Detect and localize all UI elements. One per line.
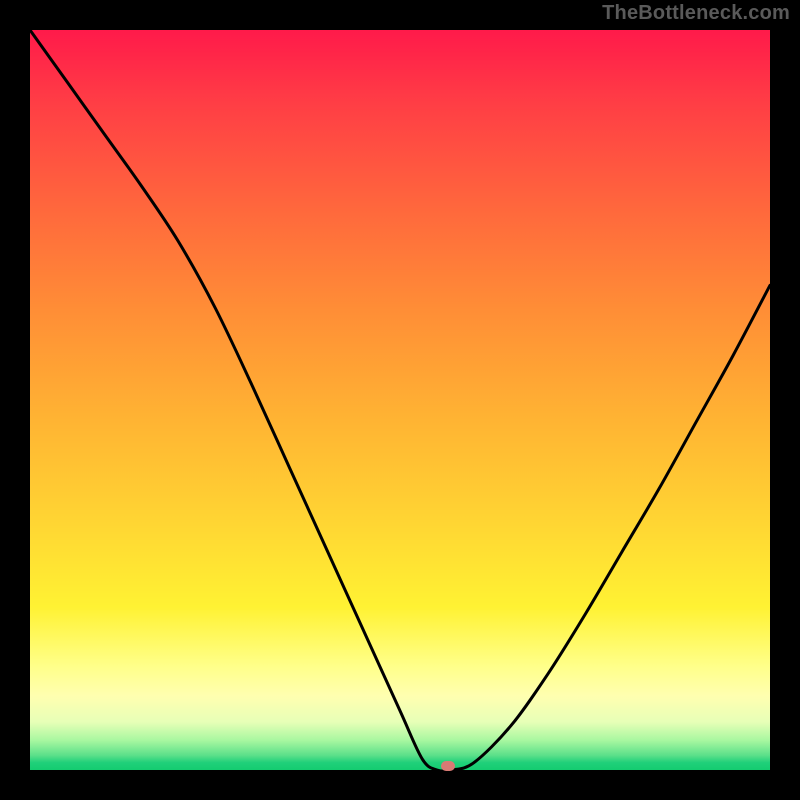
optimal-point-marker [441,761,455,771]
bottleneck-curve [30,30,770,770]
plot-area [30,30,770,770]
watermark-text: TheBottleneck.com [602,2,790,25]
chart-frame: TheBottleneck.com [0,0,800,800]
